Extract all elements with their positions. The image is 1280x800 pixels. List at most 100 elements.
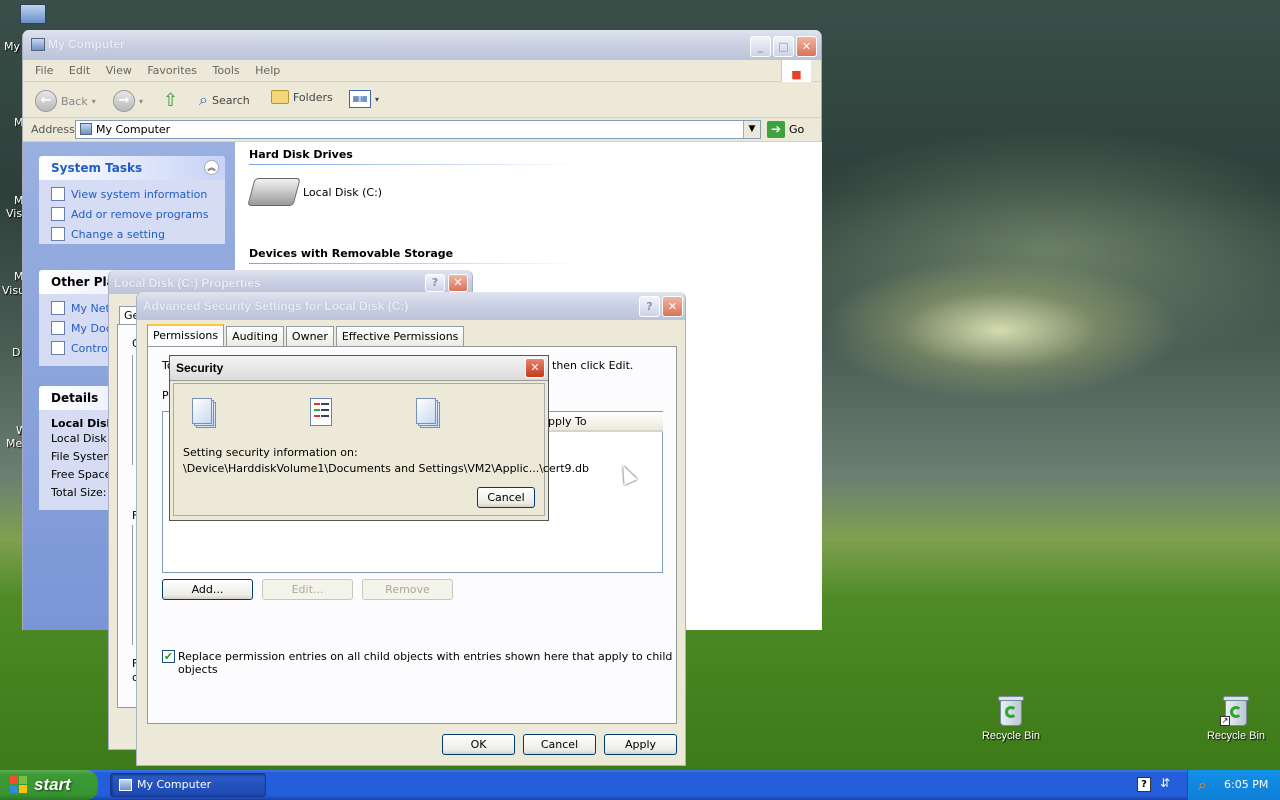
network-tray-icon[interactable]: ⇵ [1160,776,1170,790]
address-label: Address [31,123,75,136]
clock[interactable]: 6:05 PM [1224,778,1268,791]
place-label: My Net [71,301,110,315]
window-titlebar[interactable]: Advanced Security Settings for Local Dis… [137,292,685,320]
go-label: Go [789,123,805,136]
task-label: Add or remove programs [71,207,209,221]
edit-button[interactable]: Edit... [262,579,353,600]
dialog-titlebar[interactable]: Security ✕ [170,356,548,381]
menu-help[interactable]: Help [249,60,286,81]
remove-button[interactable]: Remove [362,579,453,600]
section-removable-storage: Devices with Removable Storage [249,247,454,260]
desktop-partial-label: My [4,40,21,53]
task-change-setting[interactable]: Change a setting [39,224,225,244]
place-label: Contro [71,341,108,355]
local-disk-label: Local Disk (C:) [303,185,383,199]
tab-bar: Permissions Auditing Owner Effective Per… [147,324,466,346]
tab-effective-permissions[interactable]: Effective Permissions [335,326,465,346]
task-label: Change a setting [71,227,165,241]
shortcut-arrow-icon: ↗ [1220,716,1230,726]
search-icon: ⌕ [199,90,208,109]
help-tray-icon[interactable]: ? [1137,777,1151,792]
up-arrow-icon: ⇧ [163,90,179,111]
apply-button[interactable]: Apply [604,734,677,755]
views-button[interactable]: ▦▦ ▾ [349,90,379,108]
dialog-title: Security [176,361,224,375]
place-label: My Doc [71,321,112,335]
desktop-icon-recycle-bin-shortcut[interactable]: ↗ Recycle Bin [1201,694,1271,742]
address-bar: Address My Computer ▼ ➔ Go [23,118,821,142]
status-line-1: Setting security information on: [183,446,358,459]
desktop-partial-label: D [12,346,21,359]
back-label: Back [61,94,88,108]
collapse-chevron-icon[interactable]: ︽ [204,160,219,175]
folder-icon [271,90,289,104]
menu-edit[interactable]: Edit [63,60,96,81]
go-button[interactable]: ➔ Go [767,121,804,138]
desktop-icon-recycle-bin[interactable]: Recycle Bin [976,694,1046,742]
start-button[interactable]: start [0,770,98,800]
back-arrow-icon: ← [35,90,57,112]
maximize-button[interactable]: □ [773,36,794,57]
desktop-icon-my-computer[interactable] [20,4,50,30]
section-divider [249,263,579,264]
source-documents-icon [192,398,218,430]
my-computer-icon [119,779,132,791]
system-tray: ⌕ 6:05 PM [1187,770,1280,800]
search-button[interactable]: ⌕ Search [199,90,250,110]
desktop-icon-label: Recycle Bin [1206,730,1266,742]
system-tasks-header[interactable]: System Tasks ︽ [39,156,225,180]
menu-view[interactable]: View [100,60,138,81]
target-documents-icon [416,398,442,430]
local-disk-c[interactable]: Local Disk (C:) [247,178,383,206]
menu-tools[interactable]: Tools [207,60,246,81]
back-button[interactable]: ← Back ▾ [35,90,96,112]
section-divider [249,164,579,165]
desktop-partial-label: Me [6,437,23,450]
replace-permissions-checkbox[interactable]: ✔ [162,650,175,663]
minimize-button[interactable]: _ [750,36,771,57]
folders-button[interactable]: Folders [271,90,333,104]
taskbar-button-my-computer[interactable]: My Computer [110,773,266,797]
help-button[interactable]: ? [639,296,660,317]
menu-favorites[interactable]: Favorites [141,60,203,81]
tab-owner[interactable]: Owner [285,326,334,346]
address-input[interactable]: My Computer ▼ [75,120,761,139]
window-titlebar[interactable]: Local Disk (C:) Properties ? ✕ [109,270,472,294]
tab-auditing[interactable]: Auditing [226,326,284,346]
menu-file[interactable]: File [29,60,59,81]
address-value: My Computer [96,123,171,136]
my-computer-icon [31,38,45,51]
toolbar: ← Back ▾ → ▾ ⇧ ⌕ Search Folders ▦▦ ▾ [23,82,821,118]
address-dropdown-button[interactable]: ▼ [743,121,760,138]
my-computer-icon [80,123,92,135]
close-button[interactable]: ✕ [662,296,683,317]
cancel-button[interactable]: Cancel [477,487,535,508]
task-view-system-information[interactable]: View system information [39,184,225,204]
control-panel-icon [51,227,65,241]
close-button[interactable]: ✕ [796,36,817,57]
details-title: Details [51,391,99,405]
tab-permissions[interactable]: Permissions [147,324,225,346]
dialog-body: Setting security information on: \Device… [173,383,589,516]
close-button[interactable]: ✕ [525,358,545,378]
help-button[interactable]: ? [425,274,445,292]
window-title: Local Disk (C:) Properties [114,276,261,290]
up-folder-button[interactable]: ⇧ [163,90,178,111]
close-button[interactable]: ✕ [448,274,468,292]
cancel-button[interactable]: Cancel [523,734,596,755]
documents-icon [51,321,65,335]
ok-button[interactable]: OK [442,734,515,755]
search-tray-icon[interactable]: ⌕ [1198,775,1207,795]
window-title: Advanced Security Settings for Local Dis… [143,299,409,313]
window-titlebar[interactable]: My Computer _ □ ✕ [23,30,821,60]
task-label: View system information [71,187,208,201]
column-header-apply-to[interactable]: pply To [543,412,663,432]
system-info-icon [51,187,65,201]
taskbar-button-label: My Computer [137,778,212,791]
add-button[interactable]: Add... [162,579,253,600]
add-remove-icon [51,207,65,221]
control-panel-icon [51,341,65,355]
forward-button[interactable]: → ▾ [113,90,143,112]
taskbar: start My Computer ? ⇵ ⌕ 6:05 PM [0,770,1280,800]
task-add-remove-programs[interactable]: Add or remove programs [39,204,225,224]
